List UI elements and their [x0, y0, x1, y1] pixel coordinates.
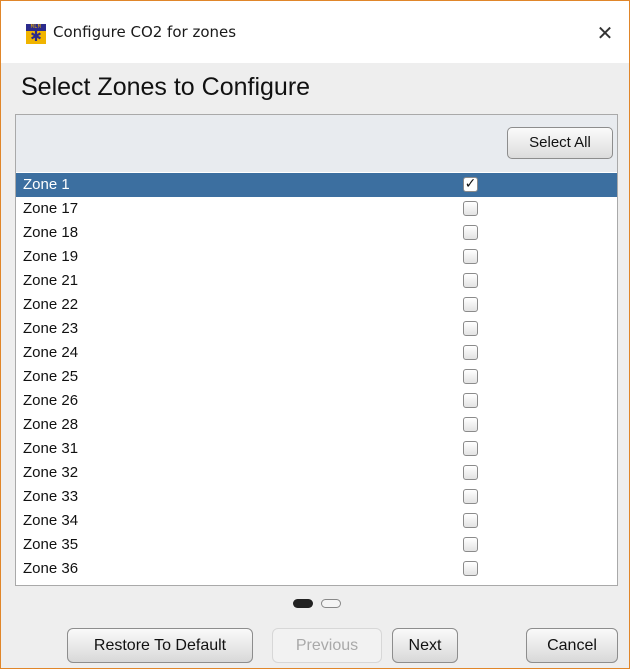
zone-checkbox[interactable]: [463, 321, 478, 336]
zone-label: Zone 21: [23, 272, 79, 289]
zone-row[interactable]: Zone 23: [16, 317, 617, 341]
zone-label: Zone 25: [23, 368, 79, 385]
previous-button: Previous: [272, 628, 382, 663]
mlm-app-icon: MLM ✱: [26, 24, 46, 44]
page-title: Select Zones to Configure: [21, 73, 311, 101]
next-button[interactable]: Next: [392, 628, 458, 663]
zone-label: Zone 33: [23, 488, 79, 505]
zone-checkbox[interactable]: [463, 465, 478, 480]
zone-label: Zone 24: [23, 344, 79, 361]
zone-label: Zone 35: [23, 536, 79, 553]
close-button[interactable]: ✕: [591, 19, 619, 47]
zone-checkbox[interactable]: [463, 561, 478, 576]
zone-row[interactable]: Zone 24: [16, 341, 617, 365]
zone-label: Zone 19: [23, 248, 79, 265]
zone-row[interactable]: Zone 36: [16, 557, 617, 581]
zone-label: Zone 17: [23, 200, 79, 217]
zone-label: Zone 28: [23, 416, 79, 433]
zone-label: Zone 36: [23, 560, 79, 577]
zone-label: Zone 22: [23, 296, 79, 313]
zone-row[interactable]: Zone 32: [16, 461, 617, 485]
zone-row[interactable]: Zone 35: [16, 533, 617, 557]
zone-selection-panel: Select All Zone 1 ✓ Zone 17 Zone 18 Zone 19 Z…: [15, 114, 618, 586]
zone-row[interactable]: Zone 19: [16, 245, 617, 269]
dialog-window: MLM ✱ Configure CO2 for zones ✕ Select Z…: [0, 0, 630, 669]
zone-checkbox[interactable]: [463, 273, 478, 288]
zone-checkbox[interactable]: [463, 249, 478, 264]
zone-row[interactable]: Zone 34: [16, 509, 617, 533]
zone-row[interactable]: Zone 33: [16, 485, 617, 509]
page-indicator: [289, 597, 349, 611]
zone-checkbox[interactable]: [463, 345, 478, 360]
zone-label: Zone 34: [23, 512, 79, 529]
zone-label: Zone 23: [23, 320, 79, 337]
zone-checkbox[interactable]: [463, 297, 478, 312]
zone-list: Zone 1 ✓ Zone 17 Zone 18 Zone 19 Zone 21 Zone …: [16, 173, 617, 581]
select-all-button[interactable]: Select All: [507, 127, 613, 159]
star-icon: ✱: [30, 29, 42, 45]
restore-to-default-button[interactable]: Restore To Default: [67, 628, 253, 663]
page-dot-1[interactable]: [293, 599, 313, 608]
zone-checkbox[interactable]: ✓: [463, 177, 478, 192]
zone-row[interactable]: Zone 26: [16, 389, 617, 413]
zone-checkbox[interactable]: [463, 201, 478, 216]
zone-checkbox[interactable]: [463, 489, 478, 504]
page-dot-2[interactable]: [321, 599, 341, 608]
zone-checkbox[interactable]: [463, 513, 478, 528]
cancel-button[interactable]: Cancel: [526, 628, 618, 663]
title-bar: MLM ✱ Configure CO2 for zones ✕: [1, 1, 629, 63]
panel-toolbar: Select All: [16, 115, 617, 172]
zone-label: Zone 26: [23, 392, 79, 409]
zone-row[interactable]: Zone 22: [16, 293, 617, 317]
zone-checkbox[interactable]: [463, 417, 478, 432]
zone-label: Zone 18: [23, 224, 79, 241]
zone-row[interactable]: Zone 17: [16, 197, 617, 221]
zone-row[interactable]: Zone 31: [16, 437, 617, 461]
zone-row[interactable]: Zone 25: [16, 365, 617, 389]
zone-row[interactable]: Zone 1 ✓: [16, 173, 617, 197]
window-title: Configure CO2 for zones: [53, 23, 237, 41]
zone-checkbox[interactable]: [463, 537, 478, 552]
zone-row[interactable]: Zone 18: [16, 221, 617, 245]
zone-checkbox[interactable]: [463, 369, 478, 384]
zone-checkbox[interactable]: [463, 441, 478, 456]
zone-checkbox[interactable]: [463, 225, 478, 240]
zone-row[interactable]: Zone 28: [16, 413, 617, 437]
zone-label: Zone 1: [23, 176, 70, 193]
zone-label: Zone 32: [23, 464, 79, 481]
zone-row[interactable]: Zone 21: [16, 269, 617, 293]
zone-checkbox[interactable]: [463, 393, 478, 408]
zone-label: Zone 31: [23, 440, 79, 457]
